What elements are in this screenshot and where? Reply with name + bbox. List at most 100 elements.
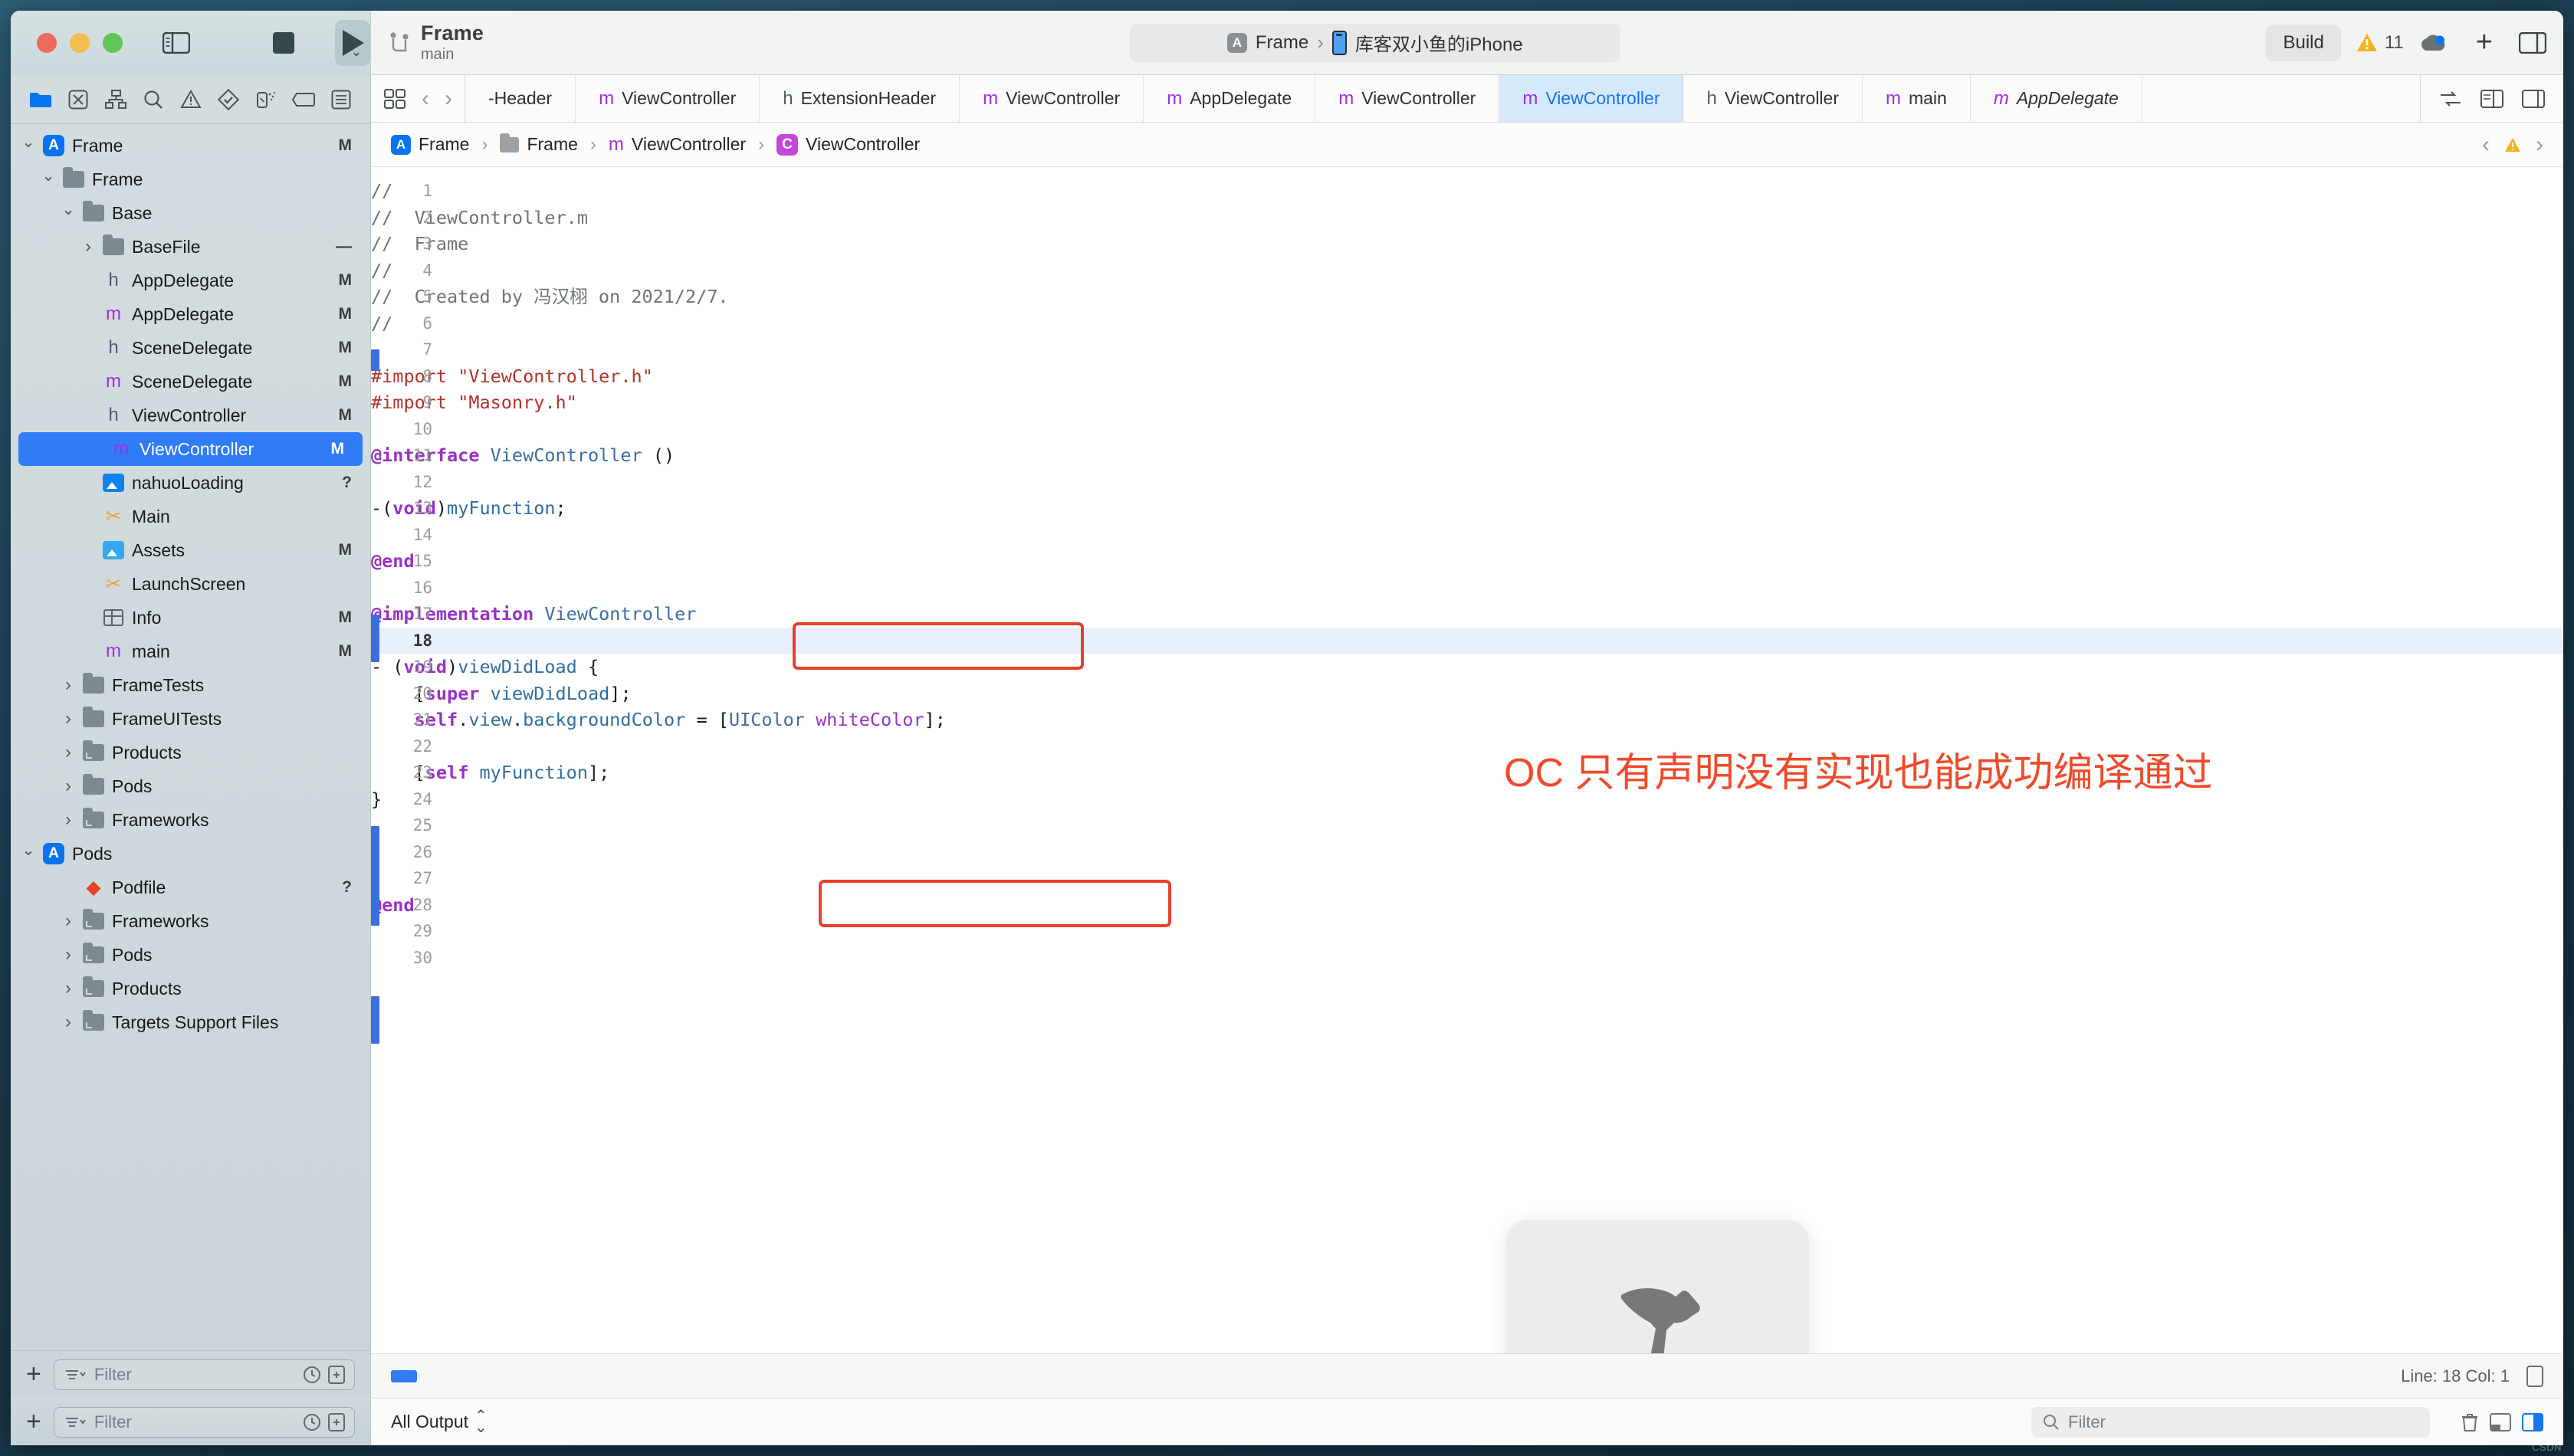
chevron-down-icon[interactable] (18, 844, 38, 864)
add-editor-icon[interactable] (2522, 89, 2545, 109)
file-tree-row[interactable]: nahuoLoading? (11, 466, 370, 500)
breadcrumb-item-project[interactable]: A Frame (391, 134, 469, 155)
console-scope-selector[interactable]: All Output ⌃ ⌄ (391, 1408, 488, 1435)
file-tree-row[interactable]: Info M (11, 601, 370, 635)
editor-tab[interactable]: m ViewController (1315, 75, 1500, 122)
add-icon[interactable]: + (2476, 26, 2493, 59)
file-tree-row[interactable]: h AppDelegate M (11, 264, 370, 297)
file-tree-row[interactable]: BaseFile — (11, 230, 370, 264)
editor-tab[interactable]: h ViewController (1683, 75, 1863, 122)
file-tree-row[interactable]: m ViewController M (18, 432, 363, 466)
file-tree-row[interactable]: FrameTests (11, 668, 370, 702)
add-file-button[interactable]: + (26, 1407, 41, 1437)
close-window-button[interactable] (37, 32, 57, 53)
chevron-right-icon[interactable] (58, 944, 78, 966)
chevron-right-icon[interactable] (58, 910, 78, 932)
chevron-right-icon[interactable] (58, 674, 78, 696)
file-tree-row[interactable]: h ViewController M (11, 398, 370, 432)
chevron-right-icon[interactable] (58, 978, 78, 999)
test-navigator-icon[interactable] (215, 87, 241, 112)
navigator-filter-input[interactable]: Filter (53, 1406, 355, 1438)
chevron-down-icon[interactable] (18, 136, 38, 156)
file-tree-row[interactable]: Frameworks (11, 803, 370, 837)
file-tree-row[interactable]: Pods (11, 769, 370, 803)
chevron-down-icon[interactable] (38, 170, 58, 189)
breadcrumb-label: ViewController (806, 134, 921, 154)
find-navigator-icon[interactable] (140, 87, 166, 112)
editor-tab[interactable]: m ViewController (576, 75, 760, 122)
file-tree-row[interactable]: m main M (11, 635, 370, 668)
line-number: 5 (422, 287, 432, 306)
editor-tab[interactable]: m AppDelegate (1144, 75, 1316, 122)
editor-tab[interactable]: m ViewController (960, 75, 1144, 122)
minimize-window-button[interactable] (70, 32, 90, 53)
code-editor[interactable]: 1 2 3 4 5 6 7 8 9 10 11 12 13 14 15 16 17 18 19 20 21 22 23 24 2… (371, 167, 2563, 1353)
file-tree-row[interactable]: A Pods (11, 837, 370, 871)
device-icon[interactable] (2526, 1365, 2543, 1387)
split-editor-icon[interactable] (2480, 89, 2503, 109)
breakpoint-navigator-icon[interactable] (291, 87, 317, 112)
run-icon[interactable]: ⌄ (334, 19, 370, 66)
symbol-navigator-icon[interactable] (103, 87, 129, 112)
breadcrumb-item-symbol[interactable]: C ViewController (776, 133, 921, 156)
debug-navigator-icon[interactable] (253, 87, 279, 112)
chevron-right-icon[interactable] (78, 236, 98, 257)
editor-tab[interactable]: m main (1863, 75, 1971, 122)
line-number: 8 (422, 366, 432, 385)
editor-tab[interactable]: m AppDelegate (1971, 75, 2142, 122)
navigator-filter-input[interactable]: Filter (53, 1359, 355, 1390)
report-navigator-icon[interactable] (328, 87, 354, 112)
editor-tab[interactable]: m ViewController (1499, 75, 1684, 122)
chevron-right-icon[interactable] (58, 1012, 78, 1033)
editor-options-icon[interactable] (383, 88, 406, 110)
breadcrumb-item-file[interactable]: m ViewController (609, 134, 746, 156)
chevron-down-icon[interactable] (58, 204, 78, 223)
previous-issue-icon[interactable]: ‹ (2482, 132, 2490, 158)
editor-tab[interactable]: h ExtensionHeader (760, 75, 960, 122)
next-issue-icon[interactable]: › (2536, 132, 2543, 158)
file-tree-row[interactable]: m AppDelegate M (11, 297, 370, 331)
issue-navigator-icon[interactable] (178, 87, 204, 112)
warning-indicator[interactable]: 11 (2356, 32, 2404, 54)
stop-icon[interactable] (273, 25, 295, 61)
editor-tab[interactable]: -Header (465, 75, 576, 122)
console-filter-input[interactable]: Filter (2031, 1406, 2430, 1438)
file-tree-row[interactable]: A Frame M (11, 129, 370, 162)
zoom-window-button[interactable] (103, 32, 123, 53)
source-control-navigator-icon[interactable] (65, 87, 91, 112)
editor-tab-label: ViewController (1724, 88, 1839, 108)
inspector-toggle-icon[interactable] (2518, 31, 2546, 54)
add-file-button[interactable]: + (26, 1359, 41, 1389)
file-tree-row[interactable]: Products (11, 736, 370, 769)
project-file-tree[interactable]: AFrameMFrameBaseBaseFile—hAppDelegateMmA… (11, 124, 370, 1350)
file-tree-row[interactable]: Targets Support Files (11, 1005, 370, 1039)
breadcrumb-item-group[interactable]: Frame (500, 133, 578, 155)
navigate-forward-icon[interactable]: › (445, 86, 452, 112)
scheme-destination-selector[interactable]: A Frame › 库客双小鱼的iPhone (1129, 23, 1620, 62)
project-navigator-icon[interactable] (28, 87, 54, 112)
breadcrumb[interactable]: A Frame › Frame › m ViewController › C V… (371, 123, 2563, 167)
chevron-right-icon[interactable] (58, 809, 78, 831)
navigate-back-icon[interactable]: ‹ (422, 86, 429, 112)
chevron-right-icon[interactable] (58, 776, 78, 797)
file-tree-row[interactable]: Base (11, 196, 370, 230)
cloud-status-icon[interactable] (2419, 32, 2447, 54)
file-tree-row[interactable]: m SceneDelegate M (11, 365, 370, 398)
file-tree-row[interactable]: ◆ Podfile? (11, 871, 370, 904)
code-review-icon[interactable] (2439, 90, 2462, 107)
chevron-right-icon[interactable] (58, 742, 78, 763)
file-tree-row[interactable]: Products (11, 972, 370, 1005)
file-tree-row[interactable]: Pods (11, 938, 370, 972)
sidebar-toggle-icon[interactable] (163, 25, 190, 61)
source-code[interactable]: // // ViewController.m // Frame // // Cr… (371, 167, 2563, 971)
file-tree-row[interactable]: ✂ LaunchScreen (11, 567, 370, 601)
file-tree-row[interactable]: Frameworks (11, 904, 370, 938)
file-tree-row[interactable]: FrameUITests (11, 702, 370, 736)
file-tree-row[interactable]: Assets M (11, 533, 370, 567)
file-tree-row[interactable]: Frame (11, 162, 370, 196)
editor-tab-label: ViewController (622, 88, 737, 108)
file-tree-row[interactable]: ✂ Main (11, 500, 370, 533)
editor-tabs[interactable]: -Header m ViewController h ExtensionHeader m V… (465, 75, 2420, 122)
file-tree-row[interactable]: h SceneDelegate M (11, 331, 370, 365)
chevron-right-icon[interactable] (58, 708, 78, 730)
